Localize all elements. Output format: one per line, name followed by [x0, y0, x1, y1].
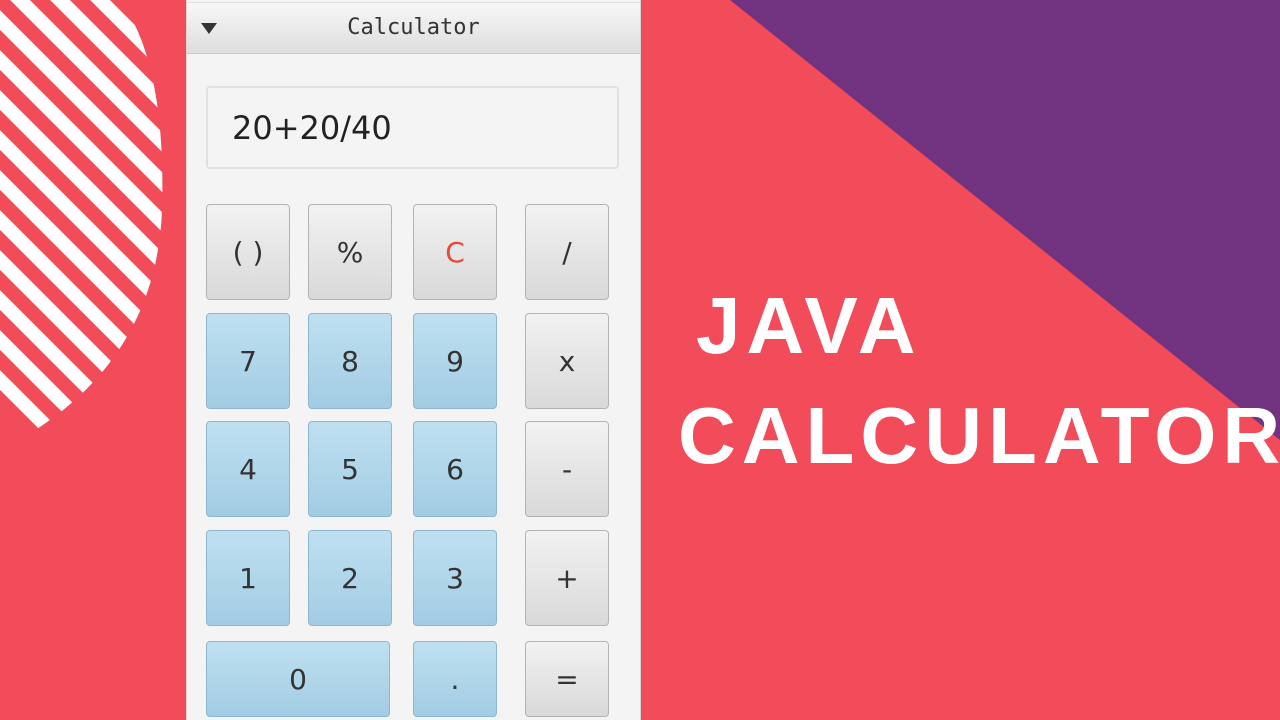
digit-0-button[interactable]: 0 — [206, 641, 390, 717]
digit-6-button[interactable]: 6 — [413, 421, 497, 517]
divide-button[interactable]: / — [525, 204, 609, 300]
percent-button[interactable]: % — [308, 204, 392, 300]
calculator-window: Calculator 20+20/40 ( ) % C / 7 8 9 x 4 … — [186, 0, 641, 720]
add-button[interactable]: + — [525, 530, 609, 626]
title-bar[interactable]: Calculator — [187, 2, 640, 54]
digit-9-button[interactable]: 9 — [413, 313, 497, 409]
digit-1-button[interactable]: 1 — [206, 530, 290, 626]
expression-display[interactable]: 20+20/40 — [206, 86, 619, 169]
headline-java: JAVA — [696, 281, 922, 370]
parentheses-button[interactable]: ( ) — [206, 204, 290, 300]
headline-calculator: CALCULATOR — [678, 391, 1280, 480]
digit-3-button[interactable]: 3 — [413, 530, 497, 626]
decimal-button[interactable]: . — [413, 641, 497, 717]
digit-4-button[interactable]: 4 — [206, 421, 290, 517]
digit-8-button[interactable]: 8 — [308, 313, 392, 409]
clear-button[interactable]: C — [413, 204, 497, 300]
multiply-button[interactable]: x — [525, 313, 609, 409]
window-title: Calculator — [347, 15, 480, 40]
subtract-button[interactable]: - — [525, 421, 609, 517]
equals-button[interactable]: = — [525, 641, 609, 717]
purple-triangle — [730, 0, 1280, 440]
digit-5-button[interactable]: 5 — [308, 421, 392, 517]
digit-2-button[interactable]: 2 — [308, 530, 392, 626]
digit-7-button[interactable]: 7 — [206, 313, 290, 409]
